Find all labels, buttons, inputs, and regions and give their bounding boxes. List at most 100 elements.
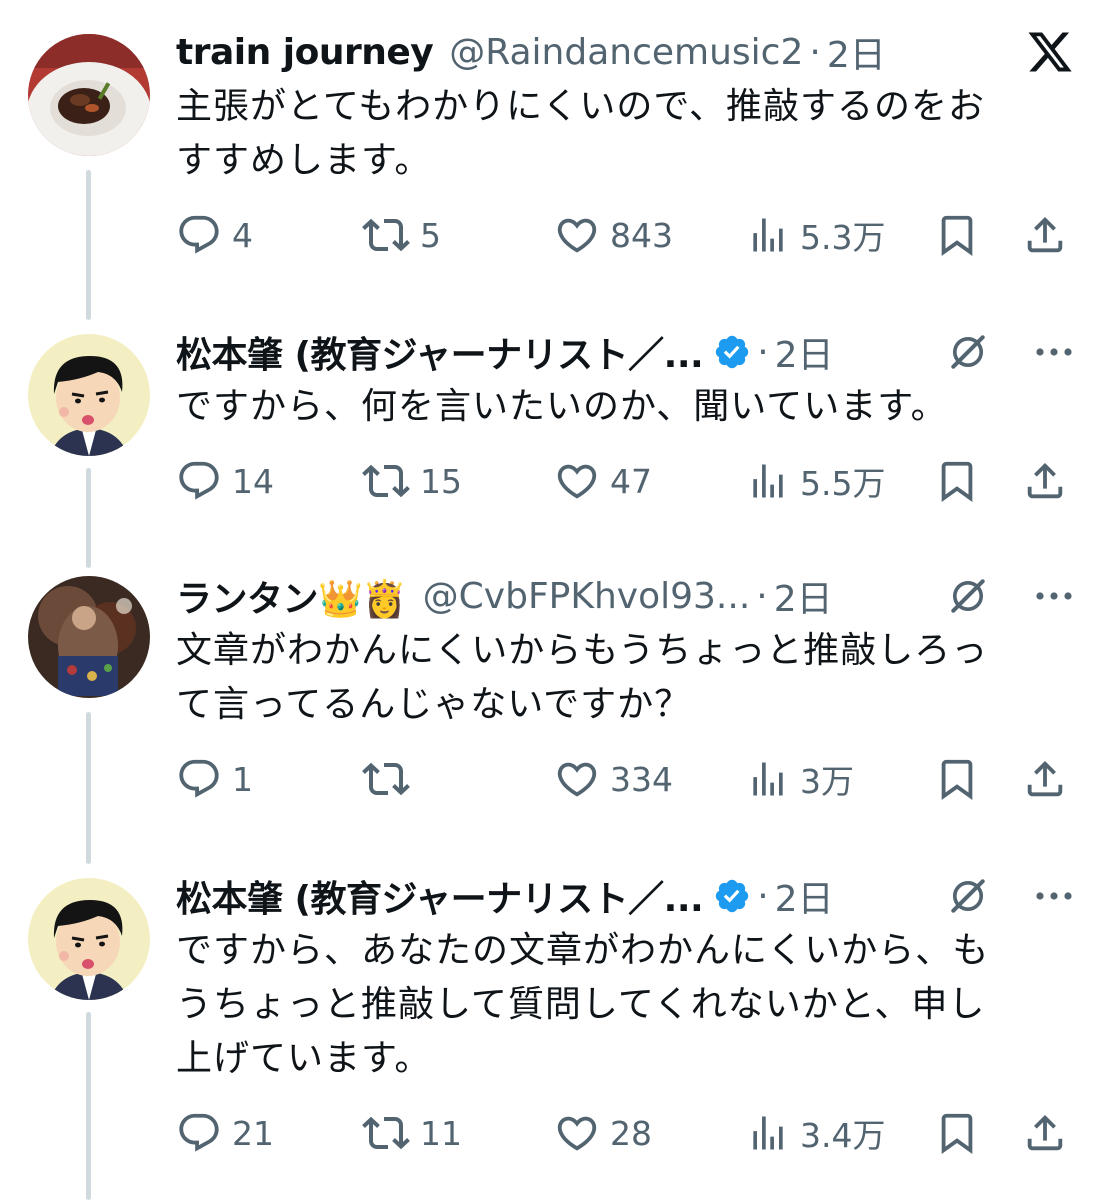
retweet-button[interactable] [362, 754, 420, 804]
timestamp[interactable]: 2日 [774, 570, 833, 622]
text-line: ですから、何を言いたいのか、聞いています。 [176, 386, 948, 427]
separator-dot: · [756, 575, 768, 617]
reply-button[interactable]: 21 [176, 1108, 274, 1158]
like-count: 843 [610, 215, 673, 255]
tweet-header: train journey @Raindancemusic2 · 2日 [176, 22, 1074, 82]
reply-button[interactable]: 4 [176, 210, 253, 260]
author-name[interactable]: train journey [176, 32, 434, 73]
bookmark-button[interactable] [934, 210, 980, 260]
share-button[interactable] [1022, 1108, 1068, 1158]
share-button[interactable] [1022, 754, 1068, 804]
reply-icon [176, 1110, 222, 1156]
views-button[interactable]: 3万 [746, 754, 854, 804]
tweet-text: 文章がわかんにくいからもうちょっと推敲しろっ て言ってるんじゃないですか？ [176, 624, 1056, 732]
text-line: て言ってるんじゃないですか？ [176, 684, 692, 725]
more-options-icon[interactable] [1034, 590, 1074, 602]
text-line: すすめします。 [176, 140, 432, 181]
views-icon [746, 757, 790, 801]
more-options-icon[interactable] [1034, 346, 1074, 358]
retweet-button[interactable]: 11 [362, 1108, 462, 1158]
more-options-icon[interactable] [1034, 890, 1074, 902]
text-line: うちょっと推敲して質問してくれないかと、申し [176, 984, 986, 1025]
tweet-text: ですから、何を言いたいのか、聞いています。 [176, 380, 1056, 434]
retweet-button[interactable]: 5 [362, 210, 441, 260]
grok-icon[interactable] [946, 574, 990, 618]
share-button[interactable] [1022, 210, 1068, 260]
tweet[interactable]: train journey @Raindancemusic2 · 2日 主張がと… [0, 22, 1100, 292]
retweet-count: 11 [420, 1113, 462, 1153]
author-handle[interactable]: @Raindancemusic2 [449, 32, 803, 73]
artwork-avatar[interactable] [28, 576, 150, 698]
verified-badge-icon [713, 877, 751, 915]
timestamp[interactable]: 2日 [827, 26, 886, 78]
like-count: 28 [610, 1113, 652, 1153]
bookmark-button[interactable] [934, 456, 980, 506]
separator-dot: · [757, 875, 769, 917]
reply-button[interactable]: 14 [176, 456, 274, 506]
bookmark-button[interactable] [934, 1108, 980, 1158]
header-right [946, 866, 1074, 926]
separator-dot: · [757, 331, 769, 373]
reply-count: 21 [232, 1113, 274, 1153]
timestamp[interactable]: 2日 [775, 326, 834, 378]
share-icon [1022, 756, 1068, 802]
tweet[interactable]: ランタン👑👸 @CvbFPKhvol93... · 2日 文章がわかんにくいから… [0, 566, 1100, 836]
like-button[interactable]: 47 [554, 456, 652, 506]
text-line: 上げています。 [176, 1038, 432, 1079]
author-name[interactable]: 松本肇 (教育ジャーナリスト／... [176, 326, 704, 378]
retweet-count: 5 [420, 215, 441, 255]
text-line: ですから、あなたの文章がわかんにくいから、も [176, 930, 990, 971]
views-button[interactable]: 5.5万 [746, 456, 885, 506]
bookmark-button[interactable] [934, 754, 980, 804]
reply-count: 14 [232, 461, 274, 501]
reply-icon [176, 212, 222, 258]
header-right [946, 566, 1074, 626]
action-bar: 21 11 28 3.4万 [176, 1108, 1076, 1158]
text-line: 主張がとてもわかりにくいので、推敲するのをお [176, 86, 985, 127]
view-count: 5.3万 [800, 218, 886, 257]
separator-dot: · [809, 31, 821, 73]
heart-icon [554, 1110, 600, 1156]
tweet[interactable]: 松本肇 (教育ジャーナリスト／... · 2日 ですから、何を言いたいのか、聞い… [0, 320, 1100, 530]
retweet-icon [362, 755, 410, 803]
food-plate-avatar[interactable] [28, 34, 150, 156]
retweet-count: 15 [420, 461, 462, 501]
retweet-button[interactable]: 15 [362, 456, 462, 506]
header-right [1026, 22, 1074, 82]
tweet-text: 主張がとてもわかりにくいので、推敲するのをお すすめします。 [176, 80, 1056, 188]
like-count: 47 [610, 461, 652, 501]
view-count: 5.5万 [800, 464, 886, 503]
bookmark-icon [934, 1110, 980, 1156]
reply-icon [176, 756, 222, 802]
tweet[interactable]: 松本肇 (教育ジャーナリスト／... · 2日 ですから、あなたの文章がわかんに… [0, 864, 1100, 1200]
views-button[interactable]: 3.4万 [746, 1108, 885, 1158]
share-button[interactable] [1022, 456, 1068, 506]
grok-icon[interactable] [946, 330, 990, 374]
tweet-header: ランタン👑👸 @CvbFPKhvol93... · 2日 [176, 566, 1074, 626]
views-button[interactable]: 5.3万 [746, 210, 885, 260]
verified-badge-icon [713, 333, 751, 371]
author-name[interactable]: 松本肇 (教育ジャーナリスト／... [176, 870, 704, 922]
tweet-header: 松本肇 (教育ジャーナリスト／... · 2日 [176, 866, 1074, 926]
text-line: 文章がわかんにくいからもうちょっと推敲しろっ [176, 630, 989, 671]
x-logo-icon [1026, 28, 1074, 76]
author-name[interactable]: ランタン👑👸 [176, 570, 407, 622]
like-button[interactable]: 843 [554, 210, 673, 260]
like-count: 334 [610, 759, 673, 799]
reply-count: 4 [232, 215, 253, 255]
like-button[interactable]: 334 [554, 754, 673, 804]
bookmark-icon [934, 756, 980, 802]
heart-icon [554, 756, 600, 802]
reply-icon [176, 458, 222, 504]
cartoon-man-avatar[interactable] [28, 878, 150, 1000]
tweet-header: 松本肇 (教育ジャーナリスト／... · 2日 [176, 322, 1074, 382]
cartoon-man-avatar[interactable] [28, 334, 150, 456]
timestamp[interactable]: 2日 [775, 870, 834, 922]
share-icon [1022, 212, 1068, 258]
author-handle[interactable]: @CvbFPKhvol93... [423, 576, 751, 617]
view-count: 3.4万 [800, 1116, 886, 1155]
like-button[interactable]: 28 [554, 1108, 652, 1158]
reply-button[interactable]: 1 [176, 754, 253, 804]
grok-icon[interactable] [946, 874, 990, 918]
action-bar: 14 15 47 5.5万 [176, 456, 1076, 506]
